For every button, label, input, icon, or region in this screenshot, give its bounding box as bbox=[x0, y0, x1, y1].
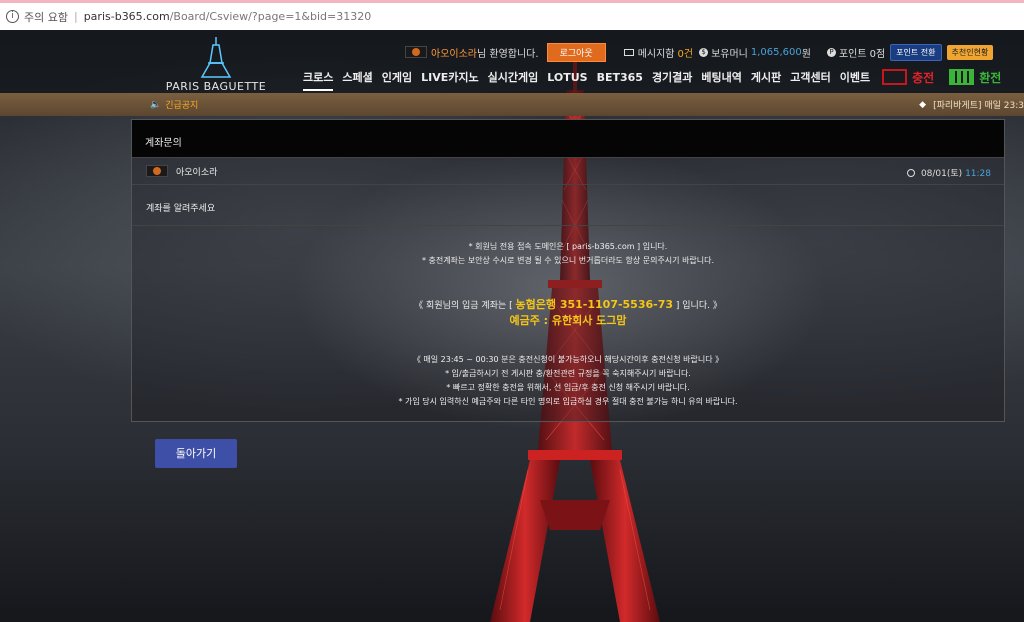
battery-full-icon bbox=[949, 69, 975, 85]
nav-item-lotus[interactable]: LOTUS bbox=[547, 71, 587, 84]
clock-icon bbox=[907, 169, 916, 177]
url-host: paris-b365.com bbox=[83, 10, 170, 23]
post-subject: 계좌를 알려주세요 bbox=[132, 185, 1004, 226]
message-count[interactable]: 0건 bbox=[678, 45, 694, 60]
site-logo[interactable]: PARIS BAGUETTE bbox=[160, 35, 272, 93]
notice-label: 긴급공지 bbox=[165, 101, 199, 111]
post-date: 08/01(토) bbox=[920, 169, 963, 179]
body-line: * 회원님 전용 접속 도메인은 [ paris-b365.com ] 입니다. bbox=[468, 242, 668, 251]
point-value: 0점 bbox=[869, 48, 886, 60]
nav-item-results[interactable]: 경기결과 bbox=[652, 69, 692, 85]
post-meta: 아오이소라 08/01(토) 11:28 bbox=[132, 158, 1004, 185]
main-nav: 크로스 스페셜 인게임 LIVE카지노 실시간게임 LOTUS BET365 경… bbox=[303, 68, 1013, 91]
nav-item-board[interactable]: 게시판 bbox=[751, 69, 781, 85]
nav-item-bet365[interactable]: BET365 bbox=[597, 71, 643, 84]
nav-item-event[interactable]: 이벤트 bbox=[840, 69, 870, 85]
browser-address-bar[interactable]: i 주의 요함 | paris-b365.com/Board/Csview/?p… bbox=[0, 0, 1024, 30]
envelope-icon bbox=[623, 48, 634, 56]
account-holder: 예금주 : 유한회사 도그맘 bbox=[509, 314, 627, 327]
nav-item-realtime-game[interactable]: 실시간게임 bbox=[488, 69, 539, 85]
account-suffix: ] 입니다. 》 bbox=[673, 301, 722, 311]
body-line: * 가입 당시 입력하신 예금주와 다른 타인 명의로 입금하실 경우 절대 충… bbox=[398, 397, 738, 406]
post-panel: 계좌문의 아오이소라 08/01(토) 11:28 계좌를 알려주세요 * 회원… bbox=[131, 119, 1005, 422]
post-author: 아오이소라 bbox=[176, 167, 218, 178]
body-line: * 충전계좌는 보안상 수시로 변경 될 수 있으니 번거롭더라도 항상 문의주… bbox=[421, 256, 715, 265]
dollar-coin-icon: $ bbox=[699, 47, 709, 57]
money-unit: 원 bbox=[801, 48, 811, 60]
account-line: 《 회원님의 입금 계좌는 [ 농협은행 351-1107-5536-73 ] … bbox=[132, 296, 1004, 312]
notice-ticker-text: [파리바게트] 매일 23:3 bbox=[933, 101, 1024, 111]
nav-item-live-casino[interactable]: LIVE카지노 bbox=[421, 69, 479, 85]
nav-item-bet-history[interactable]: 베팅내역 bbox=[701, 69, 741, 85]
nav-item-ingame[interactable]: 인게임 bbox=[382, 69, 412, 85]
url-path: /Board/Csview/?page=1&bid=31320 bbox=[169, 10, 372, 23]
body-line: 《 매일 23:45 ~ 00:30 분은 충전신청이 불가능하오니 해당시간이… bbox=[412, 355, 724, 364]
message-label[interactable]: 메시지함 bbox=[638, 45, 675, 60]
money-value: 1,065,600 bbox=[750, 46, 802, 58]
board-title: 계좌문의 bbox=[132, 120, 1004, 158]
nav-item-special[interactable]: 스페셜 bbox=[342, 69, 372, 85]
user-level-icon bbox=[405, 46, 427, 58]
logout-button[interactable]: 로그아웃 bbox=[546, 42, 606, 62]
body-line: * 빠르고 정확한 충전을 위해서, 선 입금/후 충전 신청 해주시기 바랍니… bbox=[446, 383, 690, 392]
account-number: 농협은행 351-1107-5536-73 bbox=[515, 298, 674, 311]
url-text[interactable]: paris-b365.com/Board/Csview/?page=1&bid=… bbox=[84, 10, 372, 23]
back-button[interactable]: 돌아가기 bbox=[155, 439, 237, 468]
info-icon[interactable]: i bbox=[6, 10, 19, 23]
point-icon: P bbox=[826, 47, 836, 57]
recommend-status-button[interactable]: 추천인현황 bbox=[946, 44, 994, 60]
speaker-icon: 🔈 bbox=[150, 99, 162, 110]
nav-item-cross[interactable]: 크로스 bbox=[303, 69, 334, 91]
notice-bar: 🔈 긴급공지 ◆ [파리바게트] 매일 23:3 bbox=[0, 93, 1024, 116]
user-name: 아오이소라 bbox=[431, 48, 477, 60]
charge-label: 충전 bbox=[912, 70, 935, 85]
body-line: * 입/출금하시기 전 게시판 충/환전관련 규정을 꼭 숙지해주시기 바랍니다… bbox=[445, 369, 691, 378]
divider: | bbox=[73, 10, 78, 23]
nav-item-support[interactable]: 고객센터 bbox=[790, 69, 830, 85]
account-prefix: 《 회원님의 입금 계좌는 [ bbox=[414, 301, 516, 311]
point-label: 포인트 bbox=[838, 48, 867, 60]
post-time: 11:28 bbox=[965, 169, 991, 179]
point-convert-button[interactable]: 포인트 전환 bbox=[890, 43, 942, 61]
notice-ticker[interactable]: ◆ [파리바게트] 매일 23:3 bbox=[919, 93, 1024, 116]
welcome-text: 님 환영합니다. bbox=[477, 48, 539, 60]
exchange-label: 환전 bbox=[979, 70, 1002, 85]
security-label: 주의 요함 bbox=[24, 10, 68, 24]
user-bar: 아오이소라 님 환영합니다. 로그아웃 메시지함 0건 $ 보유머니 1,065… bbox=[405, 42, 994, 62]
exchange-link[interactable]: 환전 bbox=[949, 69, 1013, 86]
post-datetime: 08/01(토) 11:28 bbox=[907, 166, 991, 179]
tower-logo-icon bbox=[200, 37, 232, 78]
battery-empty-icon bbox=[882, 69, 908, 85]
money-label: 보유머니 bbox=[711, 48, 748, 60]
brand-name: PARIS BAGUETTE bbox=[165, 80, 267, 93]
author-level-icon bbox=[146, 165, 168, 177]
charge-link[interactable]: 충전 bbox=[882, 69, 946, 86]
diamond-icon: ◆ bbox=[919, 99, 927, 110]
